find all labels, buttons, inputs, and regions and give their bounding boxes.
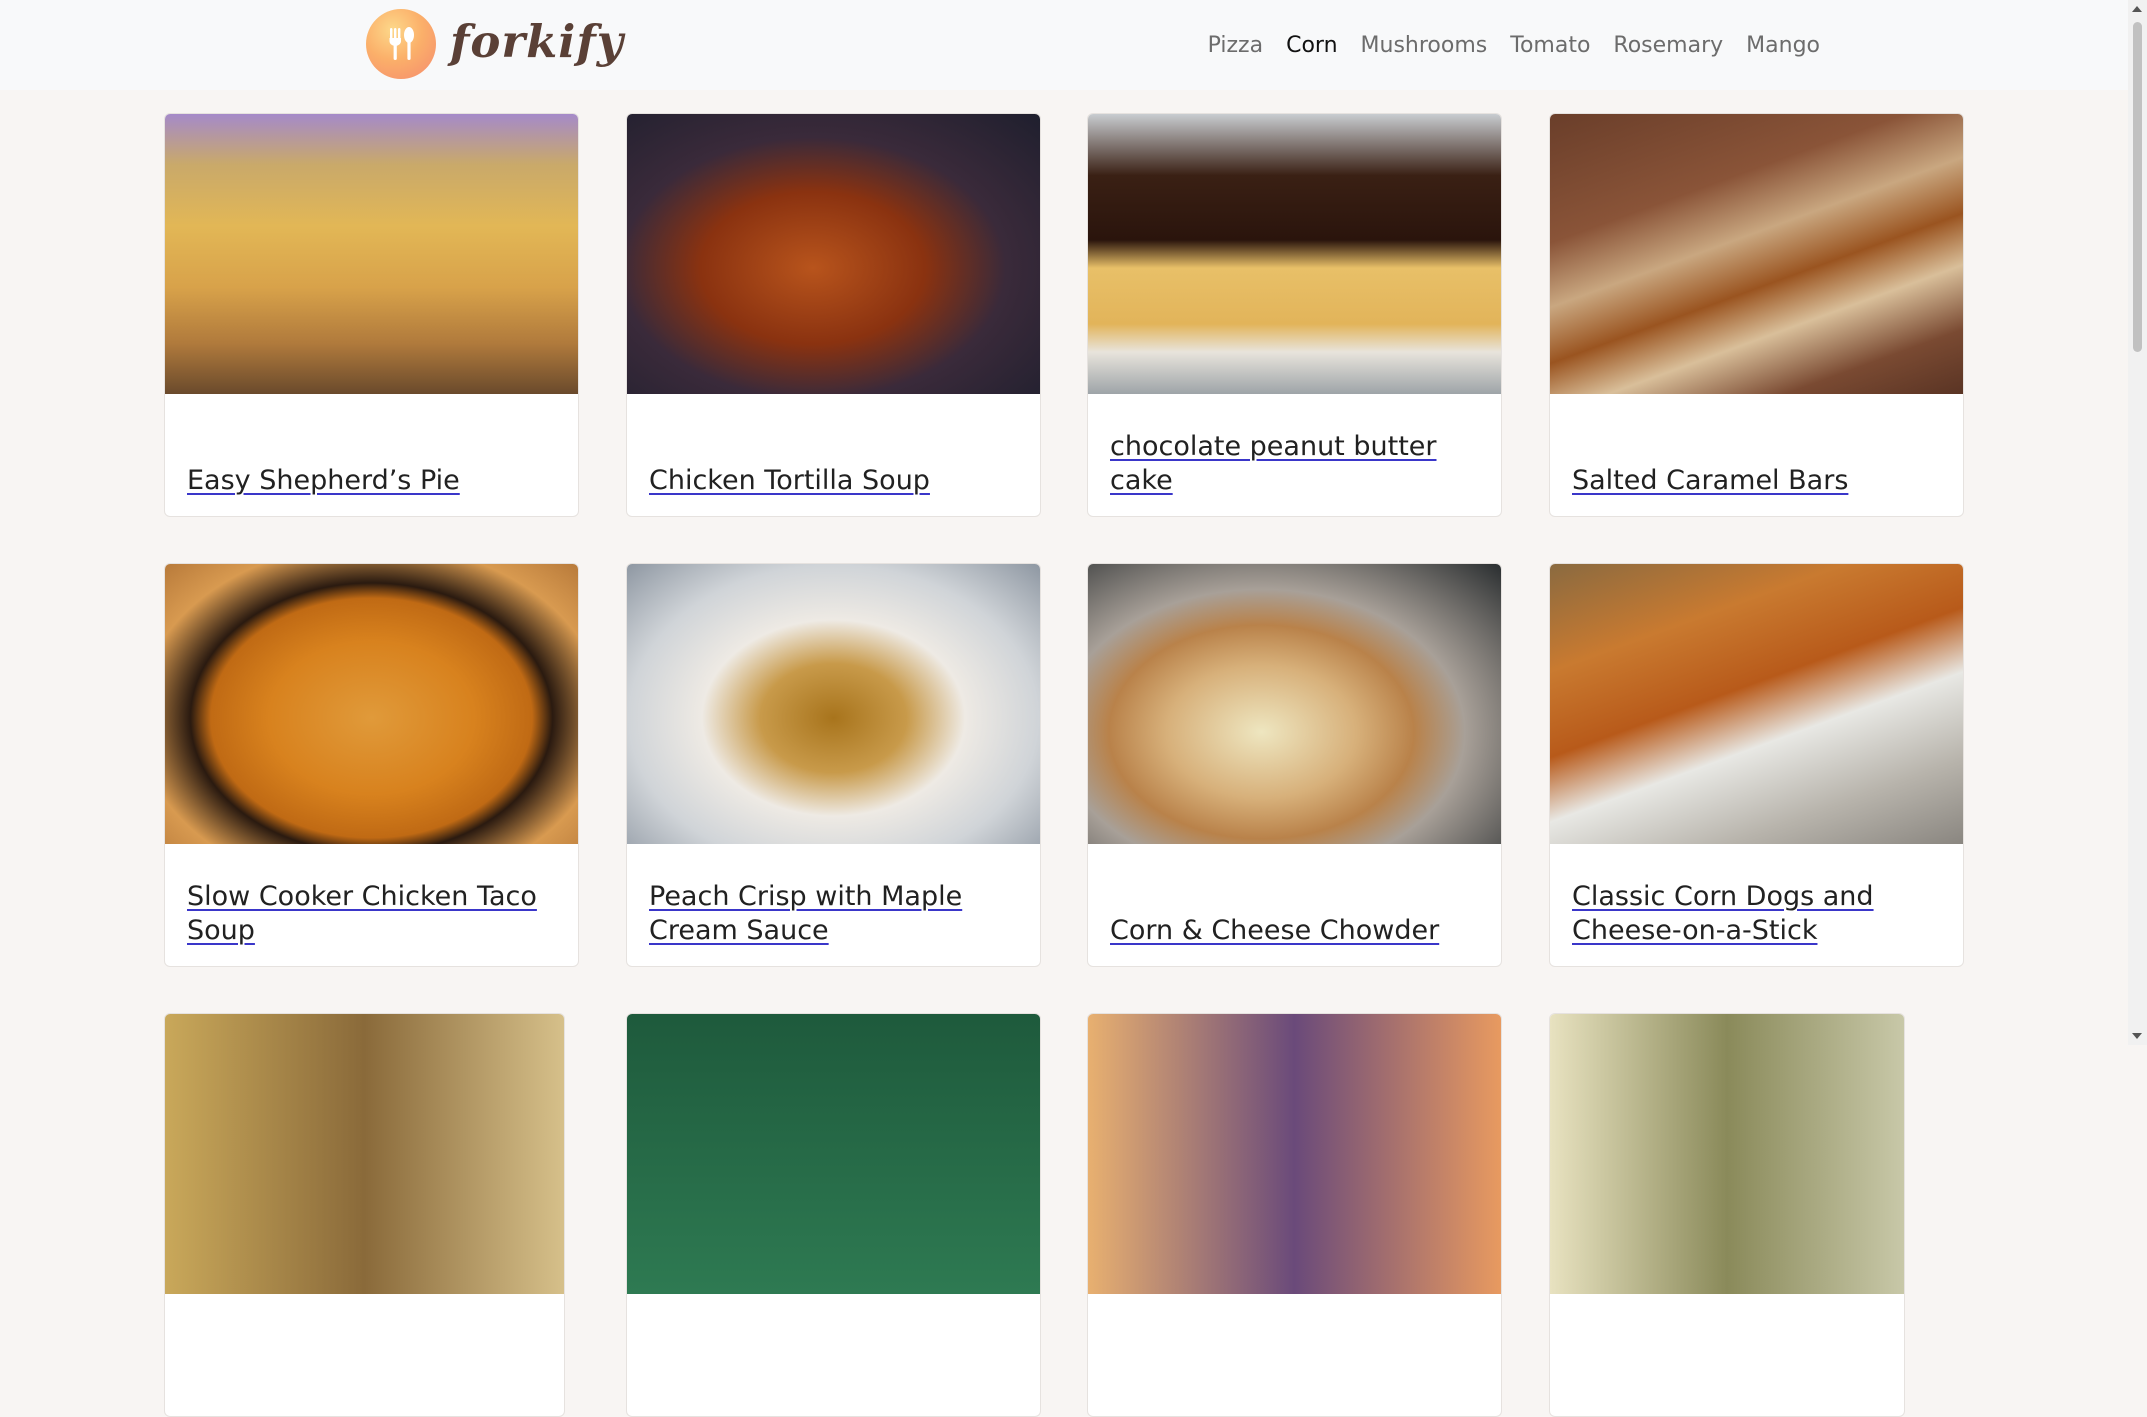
recipe-image[interactable] — [1550, 1014, 1904, 1294]
recipe-image[interactable] — [165, 1014, 564, 1294]
recipe-card: chocolate peanut butter cake — [1087, 113, 1502, 517]
nav-link-pizza[interactable]: Pizza — [1208, 33, 1263, 58]
recipe-title-link[interactable]: Classic Corn Dogs and Cheese-on-a-Stick — [1572, 880, 1941, 948]
scroll-down-arrow-icon[interactable] — [2132, 1033, 2142, 1039]
recipe-image[interactable] — [627, 1014, 1040, 1294]
recipe-card — [626, 1013, 1041, 1417]
recipe-card — [164, 1013, 565, 1417]
recipe-title-link[interactable]: Easy Shepherd’s Pie — [187, 464, 460, 498]
recipe-card: Salted Caramel Bars — [1549, 113, 1964, 517]
recipe-image[interactable] — [627, 114, 1040, 394]
recipe-image[interactable] — [1088, 564, 1501, 844]
page-scrollbar[interactable] — [2128, 0, 2147, 1045]
recipe-card: Slow Cooker Chicken Taco Soup — [164, 563, 579, 967]
category-nav: Pizza Corn Mushrooms Tomato Rosemary Man… — [1185, 0, 1820, 90]
recipe-image[interactable] — [1088, 114, 1501, 394]
nav-link-corn[interactable]: Corn — [1286, 33, 1337, 58]
recipe-title-link[interactable]: Corn & Cheese Chowder — [1110, 914, 1439, 948]
recipe-title-link[interactable]: Chicken Tortilla Soup — [649, 464, 930, 498]
brand-logo-link[interactable]: forkify — [366, 9, 624, 79]
recipe-title-link[interactable]: chocolate peanut butter cake — [1110, 430, 1479, 498]
fork-spoon-icon — [366, 9, 436, 79]
recipe-title-link[interactable]: Peach Crisp with Maple Cream Sauce — [649, 880, 1018, 948]
recipe-card: Classic Corn Dogs and Cheese-on-a-Stick — [1549, 563, 1964, 967]
recipe-image[interactable] — [1550, 564, 1963, 844]
recipe-card: Peach Crisp with Maple Cream Sauce — [626, 563, 1041, 967]
scroll-up-arrow-icon[interactable] — [2132, 6, 2142, 12]
recipe-image[interactable] — [1088, 1014, 1501, 1294]
recipe-title-link[interactable]: Salted Caramel Bars — [1572, 464, 1848, 498]
brand-name: forkify — [450, 14, 624, 68]
nav-link-mushrooms[interactable]: Mushrooms — [1361, 33, 1488, 58]
recipe-image[interactable] — [165, 564, 578, 844]
recipe-card: Chicken Tortilla Soup — [626, 113, 1041, 517]
recipe-card — [1087, 1013, 1502, 1417]
recipe-image[interactable] — [627, 564, 1040, 844]
recipe-image[interactable] — [1550, 114, 1963, 394]
recipe-card: Corn & Cheese Chowder — [1087, 563, 1502, 967]
nav-link-tomato[interactable]: Tomato — [1510, 33, 1590, 58]
nav-link-rosemary[interactable]: Rosemary — [1613, 33, 1723, 58]
recipe-image[interactable] — [165, 114, 578, 394]
recipe-card: Easy Shepherd’s Pie — [164, 113, 579, 517]
recipe-title-link[interactable]: Slow Cooker Chicken Taco Soup — [187, 880, 556, 948]
recipe-card — [1549, 1013, 1905, 1417]
nav-link-mango[interactable]: Mango — [1746, 33, 1820, 58]
top-navbar: forkify Pizza Corn Mushrooms Tomato Rose… — [0, 0, 2128, 90]
scroll-thumb[interactable] — [2133, 22, 2142, 352]
